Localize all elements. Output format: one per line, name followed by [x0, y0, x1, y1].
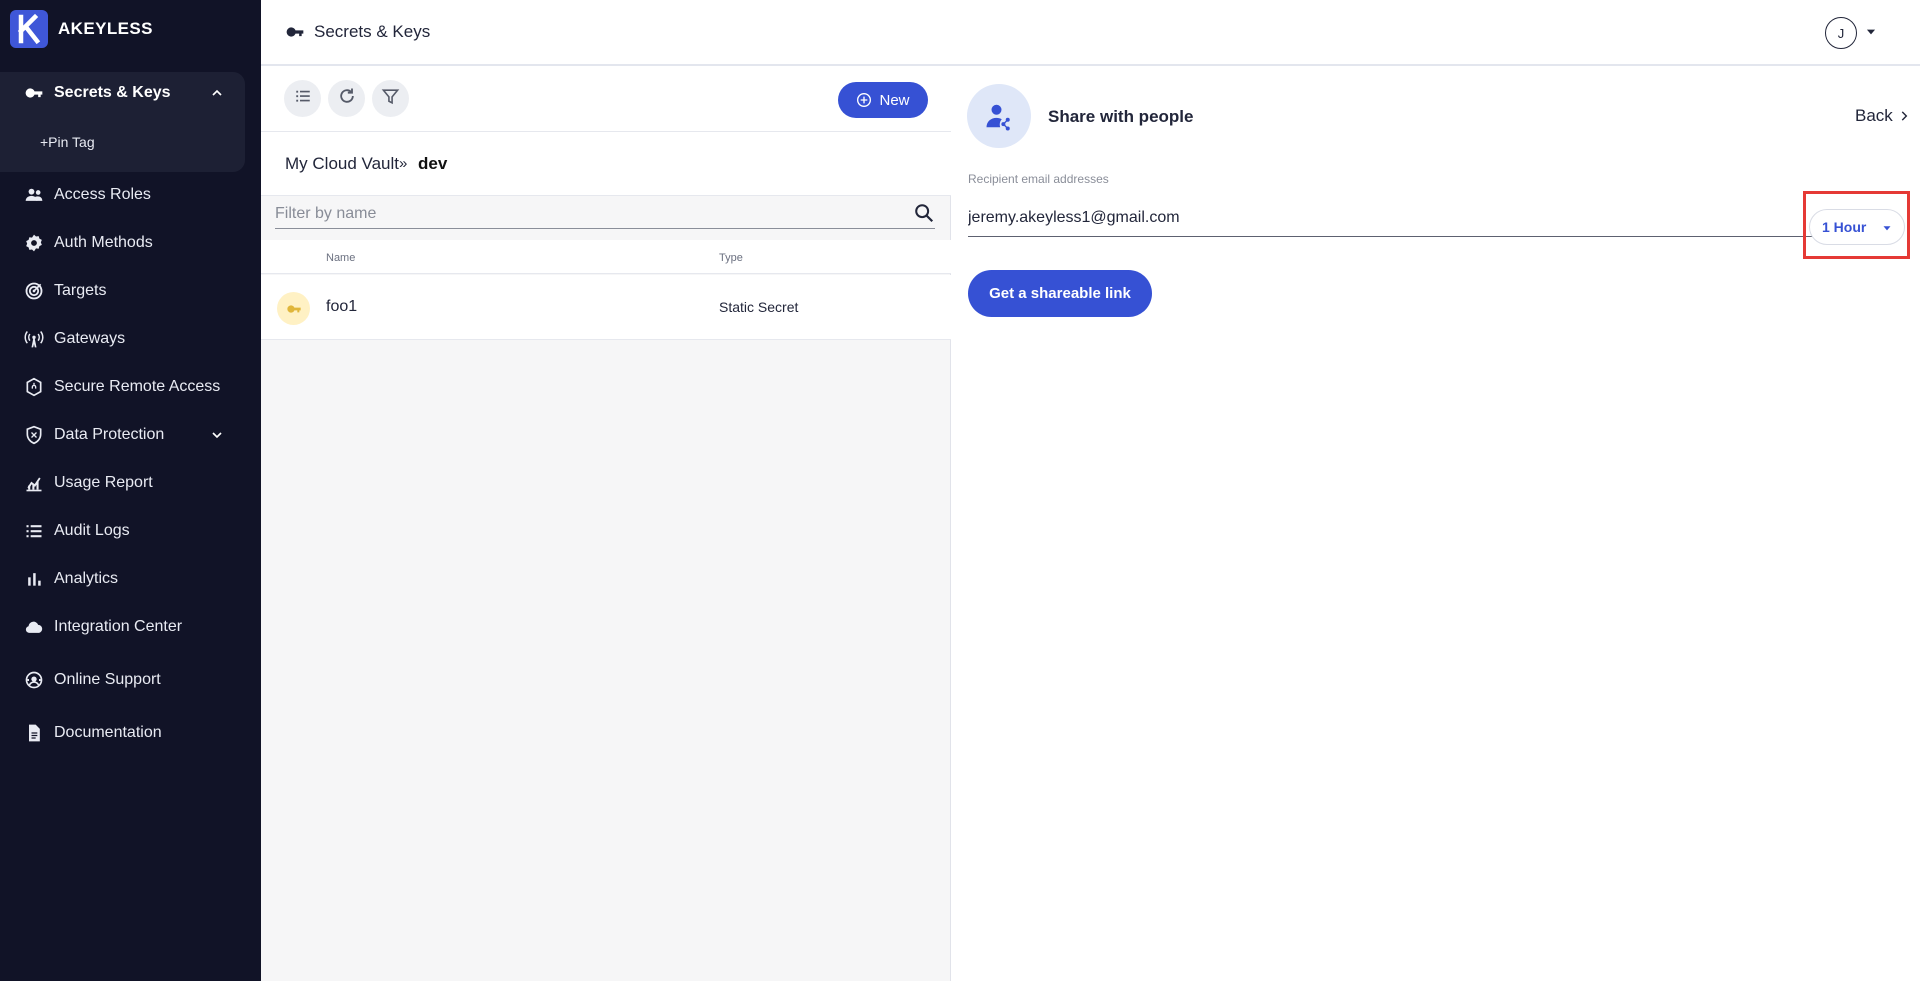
- sidebar-item-label: Usage Report: [54, 474, 153, 491]
- sidebar-item-label: Targets: [54, 282, 107, 299]
- items-list-panel: New My Cloud Vault » dev Name Type foo1 …: [261, 66, 951, 981]
- key-icon: [277, 292, 310, 325]
- pin-tag-link[interactable]: +Pin Tag: [40, 134, 95, 150]
- breadcrumb-separator: »: [399, 155, 408, 172]
- sidebar-item-label: Data Protection: [54, 426, 165, 443]
- share-title: Share with people: [1048, 107, 1194, 126]
- sidebar: AKEYLESS Secrets & Keys +Pin Tag Access …: [0, 0, 261, 981]
- recipient-email-input[interactable]: [968, 204, 1828, 232]
- antenna-icon: [24, 329, 44, 349]
- duration-value: 1 Hour: [1822, 219, 1867, 235]
- row-name: foo1: [326, 298, 358, 315]
- get-shareable-link-button[interactable]: Get a shareable link: [968, 270, 1152, 317]
- chevron-down-icon[interactable]: [208, 426, 226, 444]
- sidebar-item-label: Audit Logs: [54, 522, 130, 539]
- new-item-button[interactable]: New: [838, 82, 928, 118]
- table-header: Name Type: [261, 240, 951, 274]
- filter-input[interactable]: [275, 202, 895, 226]
- chevron-up-icon[interactable]: [208, 84, 226, 102]
- share-panel: Share with people Back Recipient email a…: [952, 66, 1920, 981]
- link-duration-select[interactable]: 1 Hour: [1809, 209, 1905, 245]
- email-field: [968, 204, 1848, 237]
- key-icon: [24, 83, 44, 103]
- bar-chart-icon: [24, 569, 44, 589]
- sidebar-item-label: Documentation: [54, 724, 162, 741]
- plus-circle-icon: [857, 93, 872, 107]
- caret-down-icon: [1880, 221, 1894, 235]
- sidebar-item-auth-methods[interactable]: Auth Methods: [0, 225, 245, 261]
- shield-lock-icon: [24, 377, 44, 397]
- back-label: Back: [1855, 106, 1893, 125]
- search-icon[interactable]: [913, 202, 935, 224]
- document-icon: [24, 723, 44, 743]
- sidebar-item-secure-remote-access[interactable]: Secure Remote Access: [0, 369, 245, 405]
- gear-shield-icon: [24, 233, 44, 253]
- chevron-right-icon: [1901, 111, 1908, 121]
- people-icon: [24, 185, 44, 205]
- column-header-type[interactable]: Type: [719, 252, 743, 264]
- page-title: Secrets & Keys: [285, 22, 430, 42]
- row-type: Static Secret: [719, 299, 799, 315]
- sidebar-item-access-roles[interactable]: Access Roles: [0, 177, 245, 213]
- page-title-text: Secrets & Keys: [314, 22, 431, 41]
- sidebar-item-label: Gateways: [54, 330, 126, 347]
- caret-down-icon[interactable]: [1864, 25, 1878, 39]
- shield-icon: [24, 425, 44, 445]
- sidebar-item-targets[interactable]: Targets: [0, 273, 245, 309]
- filter-button[interactable]: [372, 80, 409, 117]
- list-toolbar: New: [261, 66, 951, 132]
- table-row[interactable]: foo1 Static Secret: [261, 275, 951, 340]
- sidebar-item-usage-report[interactable]: Usage Report: [0, 465, 245, 501]
- refresh-icon: [337, 86, 357, 111]
- sidebar-item-documentation[interactable]: Documentation: [0, 715, 245, 751]
- list-view-button[interactable]: [284, 80, 321, 117]
- sidebar-item-label: Secrets & Keys: [54, 84, 171, 101]
- user-avatar[interactable]: J: [1825, 17, 1857, 49]
- brand-name: AKEYLESS: [58, 19, 153, 38]
- target-icon: [24, 281, 44, 301]
- support-icon: [24, 670, 44, 690]
- akeyless-logo: [10, 10, 48, 48]
- sidebar-item-secrets-keys[interactable]: Secrets & Keys: [0, 75, 245, 111]
- sidebar-item-label: Auth Methods: [54, 234, 153, 251]
- chart-icon: [24, 473, 44, 493]
- sidebar-item-analytics[interactable]: Analytics: [0, 561, 245, 597]
- sidebar-item-data-protection[interactable]: Data Protection: [0, 417, 245, 453]
- sidebar-item-label: Online Support: [54, 671, 161, 688]
- sidebar-item-label: Access Roles: [54, 186, 151, 203]
- sidebar-item-integration-center[interactable]: Integration Center: [0, 609, 245, 645]
- cloud-icon: [24, 617, 44, 637]
- breadcrumb-root[interactable]: My Cloud Vault: [285, 154, 399, 174]
- sidebar-item-label: Integration Center: [54, 618, 183, 635]
- sidebar-item-label: Analytics: [54, 570, 119, 587]
- new-button-label: New: [879, 91, 910, 109]
- top-header: Secrets & Keys J: [261, 0, 1920, 66]
- sidebar-item-label: Secure Remote Access: [54, 378, 221, 395]
- filter-icon: [381, 87, 400, 111]
- share-people-icon: [967, 84, 1031, 148]
- sidebar-item-audit-logs[interactable]: Audit Logs: [0, 513, 245, 549]
- key-icon: [285, 22, 305, 42]
- refresh-button[interactable]: [328, 80, 365, 117]
- sidebar-item-online-support[interactable]: Online Support: [0, 662, 245, 698]
- list-icon: [24, 521, 44, 541]
- sidebar-item-gateways[interactable]: Gateways: [0, 321, 245, 357]
- list-view-icon: [294, 87, 312, 110]
- nav-group-secrets: Secrets & Keys +Pin Tag: [0, 72, 245, 172]
- column-header-name[interactable]: Name: [326, 252, 355, 264]
- breadcrumb: My Cloud Vault » dev: [261, 132, 951, 196]
- filter-bar: [275, 198, 935, 229]
- breadcrumb-current: dev: [418, 154, 448, 173]
- brand[interactable]: AKEYLESS: [10, 10, 153, 48]
- back-button[interactable]: Back: [1855, 106, 1911, 126]
- email-field-label: Recipient email addresses: [968, 172, 1109, 186]
